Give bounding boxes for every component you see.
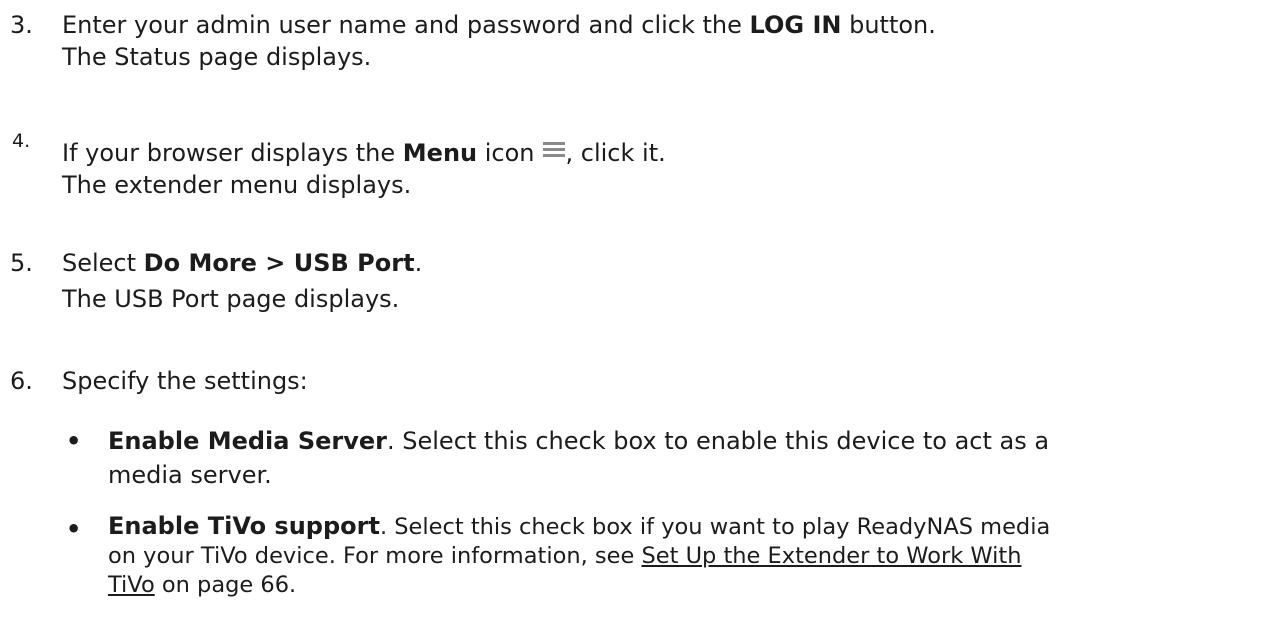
text: , click it. (565, 139, 666, 167)
text: button. (841, 11, 936, 39)
text: media server. (108, 461, 272, 489)
bullet-text: Enable TiVo support. Select this check b… (108, 512, 1168, 600)
bullet-text: Enable Media Server. Select this check b… (108, 424, 1168, 492)
ui-term-log-in: LOG IN (749, 11, 842, 39)
step-result: The Status page displays. (62, 43, 372, 71)
link-tivo[interactable]: TiVo (108, 572, 155, 598)
ui-term-enable-tivo-support: Enable TiVo support (108, 512, 380, 540)
text: on page 66. (154, 572, 297, 598)
step-number: 3. (10, 11, 33, 39)
text: on your TiVo device. For more informatio… (108, 543, 642, 569)
text: Select (62, 249, 144, 277)
menu-icon (542, 142, 565, 158)
step-number: 4. (12, 130, 31, 152)
text: . (414, 249, 423, 277)
bullet-dot: • (66, 427, 82, 455)
bullet-dot: • (66, 515, 82, 543)
step-instruction: If your browser displays the Menu icon , … (62, 136, 666, 170)
document-page: 3. Enter your admin user name and passwo… (0, 0, 1270, 624)
step-number: 5. (10, 249, 33, 277)
step-instruction: Specify the settings: (62, 367, 308, 395)
link-set-up-extender-tivo[interactable]: Set Up the Extender to Work With (641, 543, 1021, 569)
step-result: The USB Port page displays. (62, 285, 400, 313)
step-number: 6. (10, 367, 33, 395)
step-instruction: Select Do More > USB Port. (62, 246, 422, 280)
text: . Select this check box if you want to p… (379, 514, 1051, 540)
step-result: The extender menu displays. (62, 171, 412, 199)
ui-term-do-more-usb-port: Do More > USB Port (143, 249, 415, 277)
text: Enter your admin user name and password … (62, 11, 750, 39)
ui-term-enable-media-server: Enable Media Server (108, 427, 387, 455)
text: If your browser displays the (62, 139, 403, 167)
text: icon (477, 139, 535, 167)
step-instruction: Enter your admin user name and password … (62, 8, 936, 42)
ui-term-menu: Menu (402, 139, 478, 167)
text: . Select this check box to enable this d… (387, 427, 1050, 455)
